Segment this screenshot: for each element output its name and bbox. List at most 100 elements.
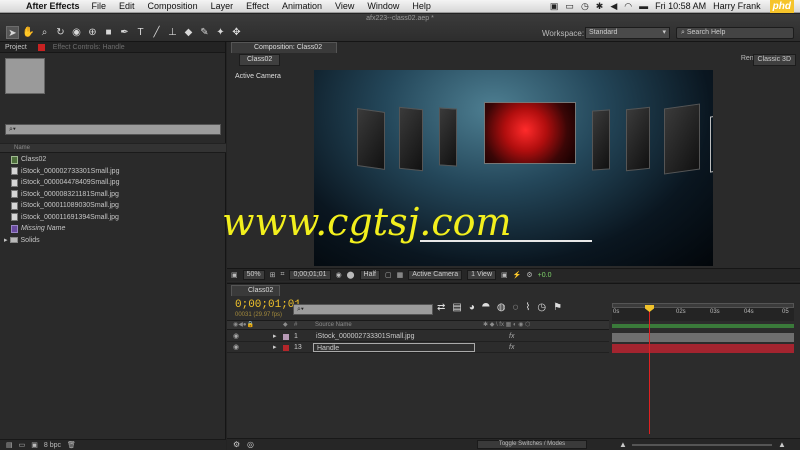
expand-triangle-icon[interactable]: ▸ [273,332,277,341]
layer-name[interactable]: Handle [313,343,475,352]
roto-tool-icon[interactable]: ✎ [198,26,211,39]
timeline-search-input[interactable]: ⌕▾ [293,304,433,315]
bluetooth-icon[interactable]: ✱ [596,1,604,12]
zoom-slider[interactable] [632,444,772,446]
list-item[interactable]: iStock_000008321181Small.jpg [0,189,226,201]
volume-icon[interactable]: ◀ [610,1,617,12]
list-item[interactable]: iStock_000011691394Small.jpg [0,212,226,224]
trash-icon[interactable]: 🗑 [67,441,76,449]
list-item[interactable]: ▸ Solids [0,235,226,247]
current-time-display[interactable]: 0;00;01;01 [289,270,331,280]
axis-mode-icon[interactable]: ✥ [230,26,243,39]
3d-view-select[interactable]: Active Camera [408,270,463,280]
project-item-class02[interactable]: Class02 [0,154,226,166]
puppet-tool-icon[interactable]: ✦ [214,26,227,39]
project-search-input[interactable]: ⌕▾ [5,124,221,135]
menu-edit[interactable]: Edit [119,1,135,11]
wifi-icon[interactable]: ◠ [624,1,632,12]
graph-editor-icon[interactable]: ⌇ [526,302,531,313]
user-name[interactable]: Harry Frank [713,1,761,11]
app-menu[interactable]: After Effects [26,1,80,11]
clone-tool-icon[interactable]: ⊥ [166,26,179,39]
tab-timeline-class02[interactable]: Class02 [231,285,281,296]
magnification-select[interactable]: 50% [242,270,265,280]
tab-composition[interactable]: Composition: Class02 [231,42,338,53]
brainstorm-icon[interactable]: ◌ [513,302,519,313]
comp-flowchart-tab[interactable]: Class02 [239,54,281,66]
list-item[interactable]: iStock_000011089030Small.jpg [0,200,226,212]
toggle-switches-modes-button[interactable]: Toggle Switches / Modes [477,440,587,449]
bpc-toggle[interactable]: 8 bpc [44,442,61,449]
tab-effect-controls[interactable]: Effect Controls: Handle [48,42,130,53]
menu-view[interactable]: View [335,1,354,11]
clock-icon[interactable]: ◷ [537,302,546,313]
fx-icon[interactable]: fx [509,332,514,341]
snapshot-icon[interactable]: ◉ [336,271,342,279]
number-column-icon[interactable]: # [294,321,297,330]
flowchart-icon[interactable]: ⚙ [526,271,532,279]
layer-track-bar[interactable] [612,344,794,353]
toggle-pixel-aspect-icon[interactable]: ▣ [501,271,508,279]
list-item[interactable]: iStock_000002733301Small.jpg [0,166,226,178]
menu-file[interactable]: File [92,1,107,11]
type-tool-icon[interactable]: T [134,26,147,39]
time-machine-icon[interactable]: ◷ [581,1,589,12]
region-of-interest-icon[interactable]: ▢ [385,271,392,279]
channel-icon[interactable]: ⬤ [347,271,355,279]
switches-header-icon[interactable]: ✱ ◆ \ fx ▦ ◐ ◉ ⬡ [483,321,530,330]
rotate-tool-icon[interactable]: ↻ [54,26,67,39]
layer-name[interactable]: iStock_000002733301Small.jpg [313,332,475,341]
comp-flowchart-icon[interactable]: ⚙ [233,440,240,449]
work-area-bar[interactable] [612,303,794,308]
eye-icon[interactable]: ◉ [233,332,239,341]
new-comp-icon[interactable]: ▣ [31,441,38,449]
hand-tool-icon[interactable]: ✋ [22,26,35,39]
table-row[interactable]: ◉ ▸ 1 iStock_000002733301Small.jpg fx [227,332,609,342]
resolution-select[interactable]: Half [359,270,380,280]
layer-track-bar[interactable] [612,333,794,342]
zoom-in-icon[interactable]: ▲ [778,440,786,449]
battery-icon[interactable]: ▬ [639,1,648,11]
interpret-footage-icon[interactable]: ▤ [6,441,13,449]
menu-layer[interactable]: Layer [211,1,234,11]
menu-help[interactable]: Help [412,1,431,11]
record-icon[interactable]: ▣ [550,1,559,12]
new-folder-icon[interactable]: ▭ [19,441,26,449]
draft-3d-icon[interactable]: ▤ [452,302,461,313]
layer-label-color[interactable] [283,334,289,340]
time-ruler[interactable]: 0s 02s 03s 04s 05 [612,303,794,321]
label-column-icon[interactable]: ◆ [283,321,288,330]
camera-tool-icon[interactable]: ◉ [70,26,83,39]
disclosure-triangle-icon[interactable]: ▸ [4,236,8,244]
pan-behind-tool-icon[interactable]: ⊕ [86,26,99,39]
region-icon[interactable]: ▣ [231,271,238,279]
tab-project[interactable]: Project [0,42,32,53]
fast-previews-icon[interactable]: ⚡ [513,271,522,279]
eraser-tool-icon[interactable]: ◆ [182,26,195,39]
brush-tool-icon[interactable]: ╱ [150,26,163,39]
work-area[interactable] [612,324,794,328]
fx-icon[interactable]: fx [509,343,514,352]
timeline-current-time[interactable]: 0;00;01;01 [235,299,301,311]
av-switches-icon[interactable]: ◉◀●🔒 [233,321,254,330]
table-row[interactable]: ◉ ▸ 13 Handle fx [227,343,609,353]
search-help-input[interactable]: ⌕ Search Help [676,27,794,39]
grid-icon[interactable]: ⌗ [281,271,285,279]
clock[interactable]: Fri 10:58 AM [655,1,706,11]
safe-zones-icon[interactable]: ⊞ [270,271,276,279]
stopwatch-icon[interactable]: ⚑ [553,302,562,313]
renderer-select[interactable]: Classic 3D [752,54,796,66]
screen-icon[interactable]: ▭ [565,1,574,12]
project-column-name[interactable]: Name [0,143,226,153]
menu-composition[interactable]: Composition [148,1,198,11]
comp-mini-flowchart-icon[interactable]: ⇄ [437,302,445,313]
zoom-out-icon[interactable]: ▲ [619,440,627,449]
eye-icon[interactable]: ◉ [233,343,239,352]
shy-icon[interactable]: ◕ [469,302,475,313]
view-layout-select[interactable]: 1 View [467,270,497,280]
exposure-value[interactable]: +0.0 [538,272,552,279]
frame-blending-icon[interactable]: ⯊ [482,302,490,313]
selection-tool-icon[interactable]: ➤ [6,26,19,39]
zoom-tool-icon[interactable]: ⌕ [38,26,51,39]
list-item[interactable]: Missing Name [0,223,226,235]
